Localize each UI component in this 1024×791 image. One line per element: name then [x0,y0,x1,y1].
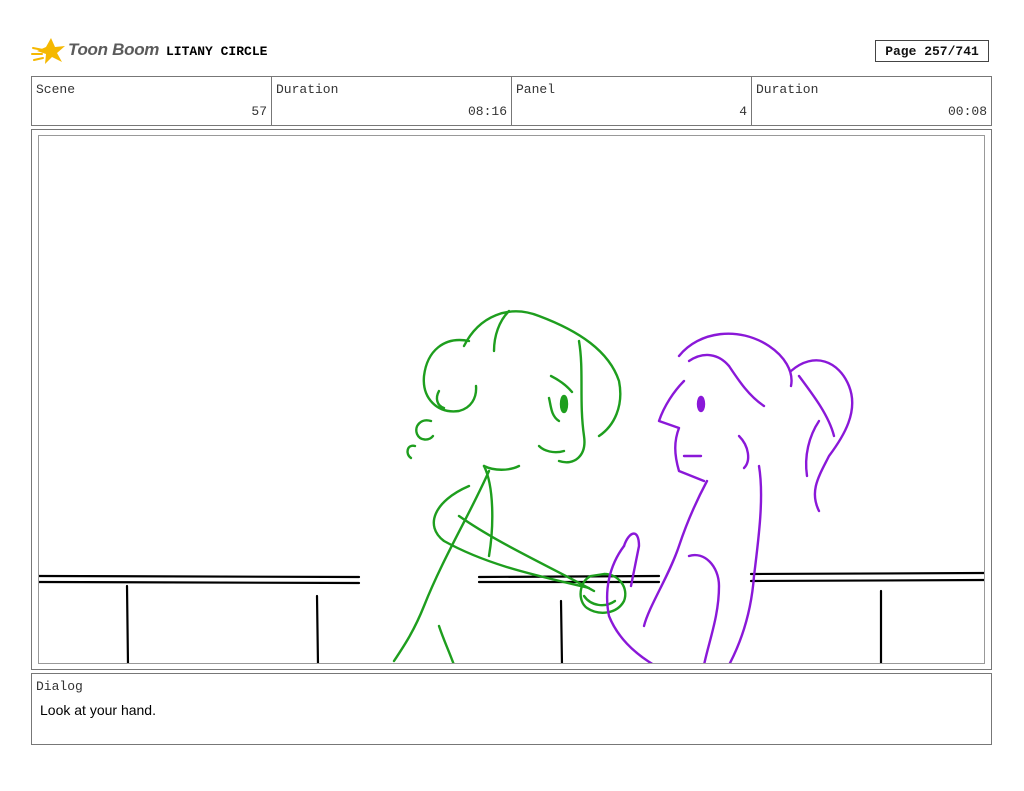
panel-cell: Panel 4 [512,77,752,125]
scene-label: Scene [36,82,76,97]
panel-duration-value: 00:08 [947,104,987,119]
project-title: LITANY CIRCLE [166,44,268,59]
scene-value: 57 [251,104,267,119]
panel-frame [31,129,992,670]
storyboard-header: Toon Boom LITANY CIRCLE Page 257/741 [31,34,991,70]
logo-text: Toon Boom [68,40,160,59]
dialog-box: Dialog Look at your hand. [31,673,992,745]
panel-label: Panel [516,82,556,97]
star-burst-icon [31,38,65,64]
scene-cell: Scene 57 [32,77,272,125]
railing-sketch [39,571,984,663]
panel-drawing-area [38,135,985,664]
toon-boom-logo: Toon Boom [31,34,161,70]
scene-duration-cell: Duration 08:16 [272,77,512,125]
scene-info-row: Scene 57 Duration 08:16 Panel 4 Duration… [31,76,992,126]
panel-duration-cell: Duration 00:08 [752,77,991,125]
scene-duration-value: 08:16 [467,104,507,119]
scene-duration-label: Duration [276,82,339,97]
page-indicator: Page 257/741 [875,40,989,62]
purple-character-sketch [605,332,854,663]
dialog-text: Look at your hand. [40,702,156,718]
green-character-sketch [392,309,627,663]
storyboard-sketch [39,309,984,663]
panel-value: 4 [739,104,747,119]
panel-duration-label: Duration [756,82,819,97]
dialog-label: Dialog [36,679,83,694]
